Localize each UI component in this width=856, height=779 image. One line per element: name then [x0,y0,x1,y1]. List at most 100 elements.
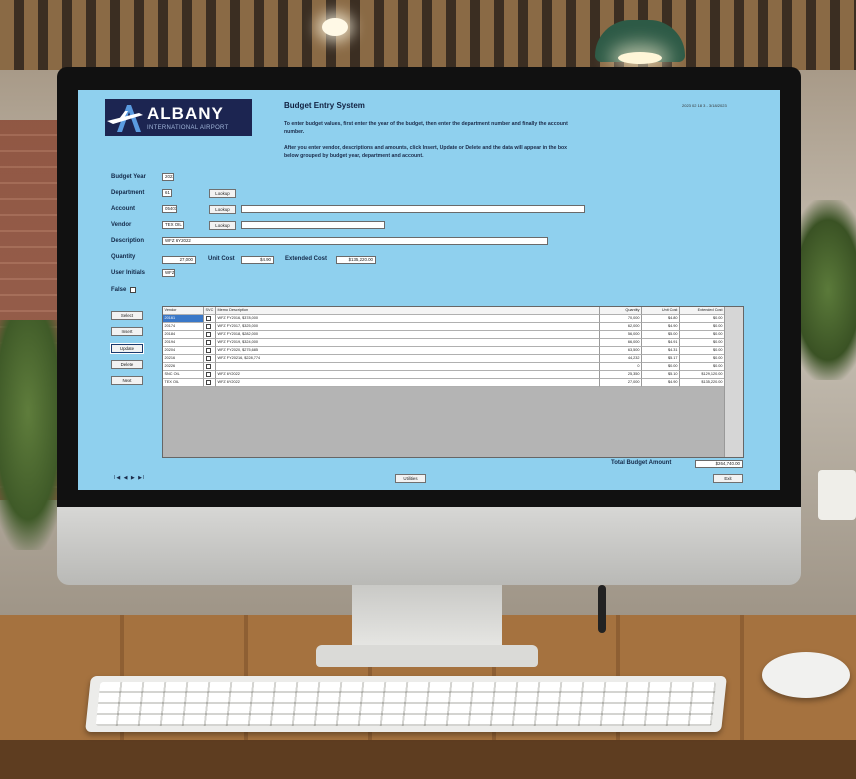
row-ext-cell[interactable]: $129,120.00 [680,371,725,379]
row-vendor-cell[interactable]: 20161 [163,315,204,323]
row-memo-cell[interactable]: WFZ 6Y2022 [216,379,600,387]
row-memo-cell[interactable]: WFZ FY2020, $275,685 [216,347,600,355]
table-row[interactable]: TEX OIL WFZ 6Y2022 27,000 $4.90 $135,220.00 [163,379,725,387]
row-svc-checkbox-cell[interactable] [204,347,216,355]
row-memo-cell[interactable]: WFZ FY2018, $282,000 [216,331,600,339]
budget-grid[interactable]: Vendor SVC Memo Description Quantity Uni… [162,306,744,458]
svc-checkbox[interactable] [205,363,211,369]
row-svc-checkbox-cell[interactable] [204,371,216,379]
row-svc-checkbox-cell[interactable] [204,363,216,371]
table-row[interactable]: 20226 0 $0.00 $0.00 [163,363,725,371]
vendor-lookup-button[interactable]: Lookup [209,221,236,230]
row-ext-cell[interactable]: $0.00 [680,363,725,371]
col-vendor[interactable]: Vendor [163,307,204,315]
svc-checkbox[interactable] [205,315,211,321]
budget-year-field[interactable]: 2023 [162,173,174,181]
row-memo-cell[interactable]: WFZ FY2017, $325,000 [216,323,600,331]
svc-checkbox[interactable] [205,379,211,385]
svc-checkbox[interactable] [205,371,211,377]
row-memo-cell[interactable] [216,363,600,371]
account-field[interactable]: 05401 [162,205,177,213]
insert-button[interactable]: Insert [111,327,143,336]
row-svc-checkbox-cell[interactable] [204,331,216,339]
row-qty-cell[interactable]: 62,000 [600,323,642,331]
account-name-field[interactable] [241,205,585,213]
quantity-field[interactable]: 27,000 [162,256,196,264]
col-svc[interactable]: SVC [204,307,216,315]
delete-button[interactable]: Delete [111,360,143,369]
row-vendor-cell[interactable]: 20216 [163,355,204,363]
row-ext-cell[interactable]: $0.00 [680,323,725,331]
row-qty-cell[interactable]: 70,000 [600,315,642,323]
exit-button[interactable]: Exit [713,474,743,483]
user-initials-field[interactable]: WFZ [162,269,175,277]
row-unit-cell[interactable]: $0.00 [642,363,680,371]
record-navigator[interactable]: I◀ ◀ ▶ ▶I [114,475,145,481]
row-vendor-cell[interactable]: 20226 [163,363,204,371]
row-ext-cell[interactable]: $0.00 [680,355,725,363]
row-qty-cell[interactable]: 66,000 [600,339,642,347]
row-unit-cell[interactable]: $5.00 [642,331,680,339]
row-ext-cell[interactable]: $0.00 [680,339,725,347]
row-qty-cell[interactable]: 27,000 [600,379,642,387]
description-field[interactable]: WFZ 6Y2022 [162,237,548,245]
row-svc-checkbox-cell[interactable] [204,355,216,363]
row-unit-cell[interactable]: $4.80 [642,315,680,323]
table-row[interactable]: 20174 WFZ FY2017, $325,000 62,000 $4.90 $0.0… [163,323,725,331]
department-lookup-button[interactable]: Lookup [209,189,236,198]
select-button[interactable]: Select [111,311,143,320]
vendor-field[interactable]: TEX OIL [162,221,184,229]
col-extended-cost[interactable]: Extended Cost [680,307,725,315]
table-row[interactable]: 20184 WFZ FY2018, $282,000 56,000 $5.00 $0.0… [163,331,725,339]
row-unit-cell[interactable]: $4.90 [642,379,680,387]
row-vendor-cell[interactable]: 20194 [163,339,204,347]
department-field[interactable]: 61 [162,189,172,197]
row-unit-cell[interactable]: $4.31 [642,347,680,355]
row-unit-cell[interactable]: $4.90 [642,323,680,331]
row-unit-cell[interactable]: $5.17 [642,355,680,363]
svc-checkbox[interactable] [205,355,211,361]
row-qty-cell[interactable]: 44,232 [600,355,642,363]
row-ext-cell[interactable]: $0.00 [680,315,725,323]
row-ext-cell[interactable]: $0.00 [680,347,725,355]
row-vendor-cell[interactable]: 20184 [163,331,204,339]
row-vendor-cell[interactable]: 20174 [163,323,204,331]
extended-cost-field[interactable]: $135,220.00 [336,256,376,264]
row-vendor-cell[interactable]: SNC OIL [163,371,204,379]
svc-checkbox[interactable] [205,331,211,337]
row-qty-cell[interactable]: 63,500 [600,347,642,355]
row-memo-cell[interactable]: WFZ FY2019, $324,000 [216,339,600,347]
table-row[interactable]: 20161 WFZ FY2016, $378,000 70,000 $4.80 $0.0… [163,315,725,323]
account-lookup-button[interactable]: Lookup [209,205,236,214]
row-memo-cell[interactable]: WFZ FY2016, $378,000 [216,315,600,323]
row-svc-checkbox-cell[interactable] [204,339,216,347]
row-vendor-cell[interactable]: 20204 [163,347,204,355]
svc-checkbox[interactable] [205,347,211,353]
next-button[interactable]: Next [111,376,143,385]
table-row[interactable]: 20194 WFZ FY2019, $324,000 66,000 $4.91 $0.0… [163,339,725,347]
row-qty-cell[interactable]: 0 [600,363,642,371]
row-qty-cell[interactable]: 25,350 [600,371,642,379]
col-unit-cost[interactable]: Unit Cost [642,307,680,315]
row-memo-cell[interactable]: WFZ 6Y2022 [216,371,600,379]
svc-checkbox[interactable] [205,339,211,345]
col-quantity[interactable]: Quantity [600,307,642,315]
false-checkbox[interactable] [130,287,136,293]
table-row[interactable]: 20216 WFZ FY20216, $228,774 44,232 $5.17 $0.… [163,355,725,363]
update-button[interactable]: Update [110,343,144,354]
row-unit-cell[interactable]: $4.91 [642,339,680,347]
row-memo-cell[interactable]: WFZ FY20216, $228,774 [216,355,600,363]
col-memo[interactable]: Memo Description [216,307,600,315]
vendor-name-field[interactable] [241,221,385,229]
table-row[interactable]: SNC OIL WFZ 6Y2022 25,350 $5.10 $129,120.00 [163,371,725,379]
row-ext-cell[interactable]: $135,220.00 [680,379,725,387]
utilities-button[interactable]: Utilities [395,474,426,483]
grid-scrollbar[interactable] [724,307,743,457]
row-svc-checkbox-cell[interactable] [204,315,216,323]
row-svc-checkbox-cell[interactable] [204,379,216,387]
row-unit-cell[interactable]: $5.10 [642,371,680,379]
row-qty-cell[interactable]: 56,000 [600,331,642,339]
row-ext-cell[interactable]: $0.00 [680,331,725,339]
row-svc-checkbox-cell[interactable] [204,323,216,331]
table-row[interactable]: 20204 WFZ FY2020, $275,685 63,500 $4.31 $0.0… [163,347,725,355]
